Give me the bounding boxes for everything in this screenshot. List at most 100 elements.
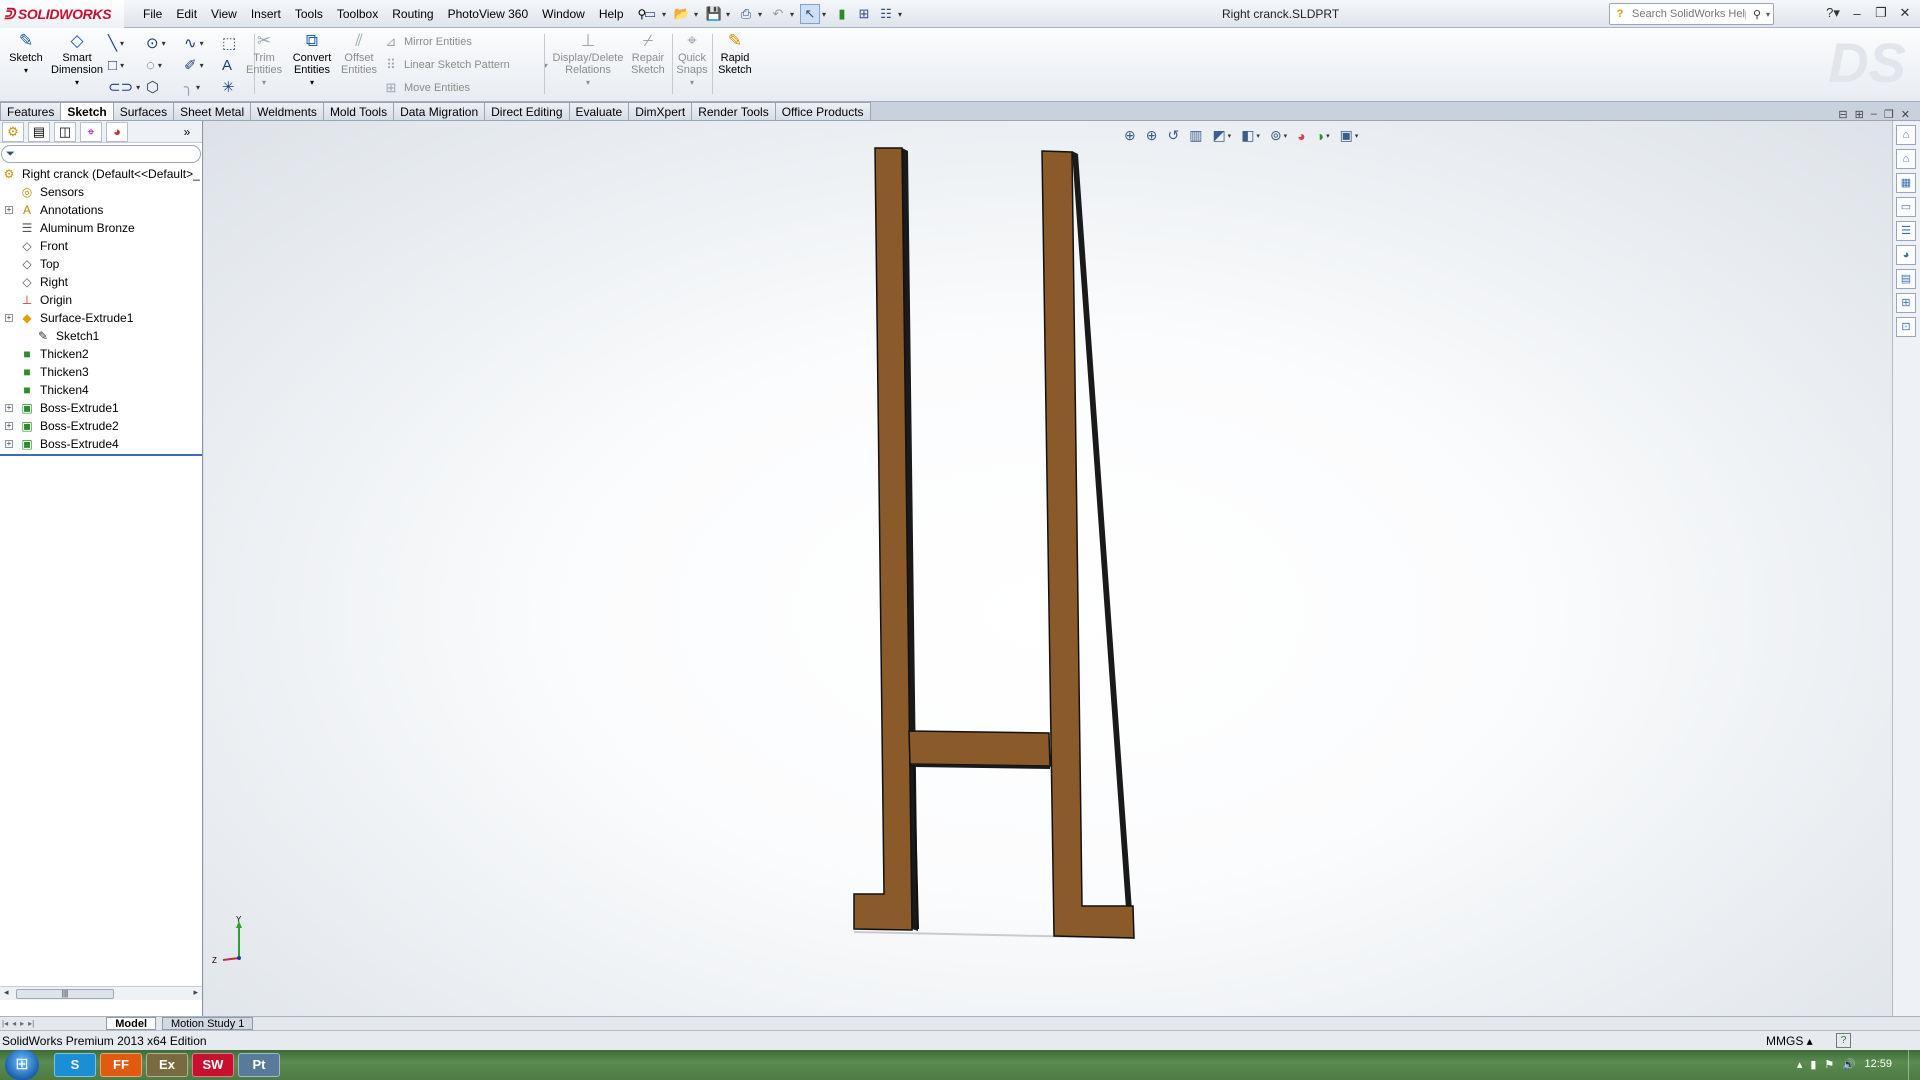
tree-item[interactable]: ◇ Right bbox=[0, 273, 202, 291]
tree-item[interactable]: ◇ Top bbox=[0, 255, 202, 273]
search-dropdown-icon[interactable]: ▾ bbox=[1766, 10, 1770, 19]
expand-toggle-icon[interactable]: + bbox=[5, 314, 13, 322]
flag-icon[interactable]: ⚑ bbox=[1824, 1058, 1834, 1071]
menu-routing[interactable]: Routing bbox=[385, 7, 440, 21]
tree-item[interactable]: + A Annotations bbox=[0, 201, 202, 219]
first-tab-icon[interactable]: |◂ bbox=[2, 1019, 8, 1028]
quick-snaps-button[interactable]: ⌖ Quick Snaps ▾ bbox=[676, 32, 708, 89]
left-leg-face[interactable] bbox=[853, 147, 913, 931]
rollback-bar[interactable] bbox=[0, 454, 202, 456]
tree-filter[interactable]: ⏷ bbox=[1, 145, 201, 163]
fillet-icon[interactable]: ╮ ▾ bbox=[184, 76, 222, 98]
options-icon[interactable]: ☷ bbox=[876, 4, 896, 24]
close-icon[interactable]: ✕ bbox=[1894, 4, 1916, 22]
appearances-icon[interactable]: ◕ bbox=[1896, 245, 1916, 265]
doc-minimize-icon[interactable]: – bbox=[1871, 108, 1877, 121]
menu-window[interactable]: Window bbox=[535, 7, 592, 21]
spline-icon[interactable]: ∿ ▾ bbox=[184, 32, 222, 54]
property-manager-tab-icon[interactable]: ▤ bbox=[28, 121, 50, 142]
menu-edit[interactable]: Edit bbox=[169, 7, 204, 21]
select-dropdown-icon[interactable]: ▾ bbox=[822, 10, 830, 19]
tab-direct-editing[interactable]: Direct Editing bbox=[484, 102, 570, 120]
sketch-button[interactable]: ✎ Sketch ▾ bbox=[8, 32, 44, 77]
search-input[interactable] bbox=[1630, 7, 1748, 21]
tree-item[interactable]: ✎ Sketch1 bbox=[0, 327, 202, 345]
crossbar-face[interactable] bbox=[908, 730, 1051, 767]
circle-icon[interactable]: ⊙ ▾ bbox=[146, 32, 184, 54]
menu-insert[interactable]: Insert bbox=[244, 7, 288, 21]
arc-icon[interactable]: ◌ ▾ bbox=[146, 54, 184, 76]
taskbar-app-button[interactable]: S bbox=[54, 1053, 96, 1077]
undo-dropdown-icon[interactable]: ▾ bbox=[790, 10, 798, 19]
tab-features[interactable]: Features bbox=[0, 102, 62, 120]
smart-dimension-button[interactable]: ◇ Smart Dimension ▾ bbox=[50, 32, 104, 89]
file-properties-icon[interactable]: ⊞ bbox=[854, 4, 874, 24]
scroll-right-icon[interactable]: ▸ bbox=[193, 987, 198, 998]
new-dropdown-icon[interactable]: ▾ bbox=[662, 10, 670, 19]
configuration-manager-tab-icon[interactable]: ◫ bbox=[54, 121, 76, 142]
new-document-icon[interactable]: ▭ bbox=[640, 4, 660, 24]
tree-item[interactable]: ■ Thicken4 bbox=[0, 381, 202, 399]
tree-item[interactable]: ■ Thicken3 bbox=[0, 363, 202, 381]
tab-sheet-metal[interactable]: Sheet Metal bbox=[173, 102, 252, 120]
menu-toolbox[interactable]: Toolbox bbox=[330, 7, 385, 21]
expand-panel-icon[interactable]: » bbox=[176, 122, 198, 142]
tab-surfaces[interactable]: Surfaces bbox=[112, 102, 175, 120]
rectangle-icon[interactable]: □ ▾ bbox=[108, 54, 146, 76]
menu-view[interactable]: View bbox=[204, 7, 244, 21]
print-icon[interactable]: ⎙ bbox=[736, 4, 756, 24]
tree-item[interactable]: + ▣ Boss-Extrude2 bbox=[0, 417, 202, 435]
quick-tips-icon[interactable]: ? bbox=[1836, 1033, 1851, 1048]
tree-item[interactable]: ■ Thicken2 bbox=[0, 345, 202, 363]
graphics-area[interactable]: ⊕ ⊕ ↺ ▥ ◩ ▾ ◧ ▾ ⊚ ▾ ◕ ◑ ▾ ▣ ▾ Y Z bbox=[204, 121, 1892, 1016]
scroll-thumb[interactable]: ||| bbox=[16, 989, 114, 999]
help-search-box[interactable]: ? ⚲ ▾ bbox=[1609, 3, 1774, 25]
tile-vertical-icon[interactable]: ⊞ bbox=[1855, 108, 1864, 121]
clock[interactable]: 12:59 bbox=[1864, 1058, 1892, 1070]
undo-icon[interactable]: ↶ bbox=[768, 4, 788, 24]
trim-entities-button[interactable]: ✂ Trim Entities ▾ bbox=[246, 32, 282, 89]
menu-file[interactable]: File bbox=[136, 7, 169, 21]
toolbox-icon[interactable]: ▦ bbox=[1896, 173, 1916, 193]
slot-icon[interactable]: ⊂⊃ ▾ bbox=[108, 76, 146, 98]
network-icon[interactable]: ▮ bbox=[1810, 1058, 1816, 1071]
file-explorer-icon[interactable]: ▭ bbox=[1896, 197, 1916, 217]
solidworks-resources-icon[interactable]: ⌂ bbox=[1896, 125, 1916, 145]
tray-arrow-icon[interactable]: ▴ bbox=[1797, 1058, 1803, 1071]
tab-mold-tools[interactable]: Mold Tools bbox=[322, 102, 395, 120]
save-dropdown-icon[interactable]: ▾ bbox=[726, 10, 734, 19]
minimize-icon[interactable]: – bbox=[1846, 4, 1868, 22]
offset-entities-button[interactable]: ⫽ Offset Entities bbox=[340, 32, 378, 77]
start-button[interactable]: ⊞ bbox=[5, 1050, 39, 1080]
doc-restore-icon[interactable]: ❐ bbox=[1884, 108, 1894, 121]
expand-toggle-icon[interactable]: + bbox=[5, 440, 13, 448]
tab-data-migration[interactable]: Data Migration bbox=[393, 102, 486, 120]
expand-toggle-icon[interactable]: + bbox=[5, 422, 13, 430]
repair-sketch-button[interactable]: ⌿ Repair Sketch bbox=[628, 32, 668, 77]
view-palette-icon[interactable]: ☰ bbox=[1896, 221, 1916, 241]
magnifier-icon[interactable]: ⚲ bbox=[1748, 8, 1766, 21]
taskbar-app-button[interactable]: Ex bbox=[146, 1053, 188, 1077]
scroll-left-icon[interactable]: ◂ bbox=[4, 987, 9, 998]
tree-item[interactable]: + ◆ Surface-Extrude1 bbox=[0, 309, 202, 327]
tab-office-products[interactable]: Office Products bbox=[774, 102, 871, 120]
tile-horizontal-icon[interactable]: ⊟ bbox=[1838, 108, 1847, 121]
units-selector[interactable]: MMGS ▴ bbox=[1766, 1031, 1813, 1051]
bottom-tab-motion-study-1[interactable]: Motion Study 1 bbox=[162, 1017, 254, 1030]
display-delete-relations-button[interactable]: ⊥ Display/Delete Relations ▾ bbox=[552, 32, 624, 89]
dimxpert-manager-tab-icon[interactable]: ⌖ bbox=[80, 121, 102, 142]
part-model-view[interactable] bbox=[204, 121, 1892, 1016]
bottom-tab-model[interactable]: Model bbox=[106, 1017, 156, 1030]
tab-evaluate[interactable]: Evaluate bbox=[568, 102, 630, 120]
volume-icon[interactable]: 🔊 bbox=[1842, 1058, 1856, 1071]
tree-item[interactable]: ◇ Front bbox=[0, 237, 202, 255]
solidworks-logo[interactable]: ᕲ SOLIDWORKS bbox=[0, 0, 124, 28]
open-dropdown-icon[interactable]: ▾ bbox=[694, 10, 702, 19]
polygon-icon[interactable]: ⬡ bbox=[146, 76, 184, 98]
menu-tools[interactable]: Tools bbox=[288, 7, 330, 21]
taskbar-app-button[interactable]: SW bbox=[192, 1053, 234, 1077]
restore-icon[interactable]: ❐ bbox=[1870, 4, 1892, 22]
tab-dimxpert[interactable]: DimXpert bbox=[628, 102, 693, 120]
tree-item[interactable]: ☰ Aluminum Bronze bbox=[0, 219, 202, 237]
tab-sketch[interactable]: Sketch bbox=[60, 102, 114, 120]
